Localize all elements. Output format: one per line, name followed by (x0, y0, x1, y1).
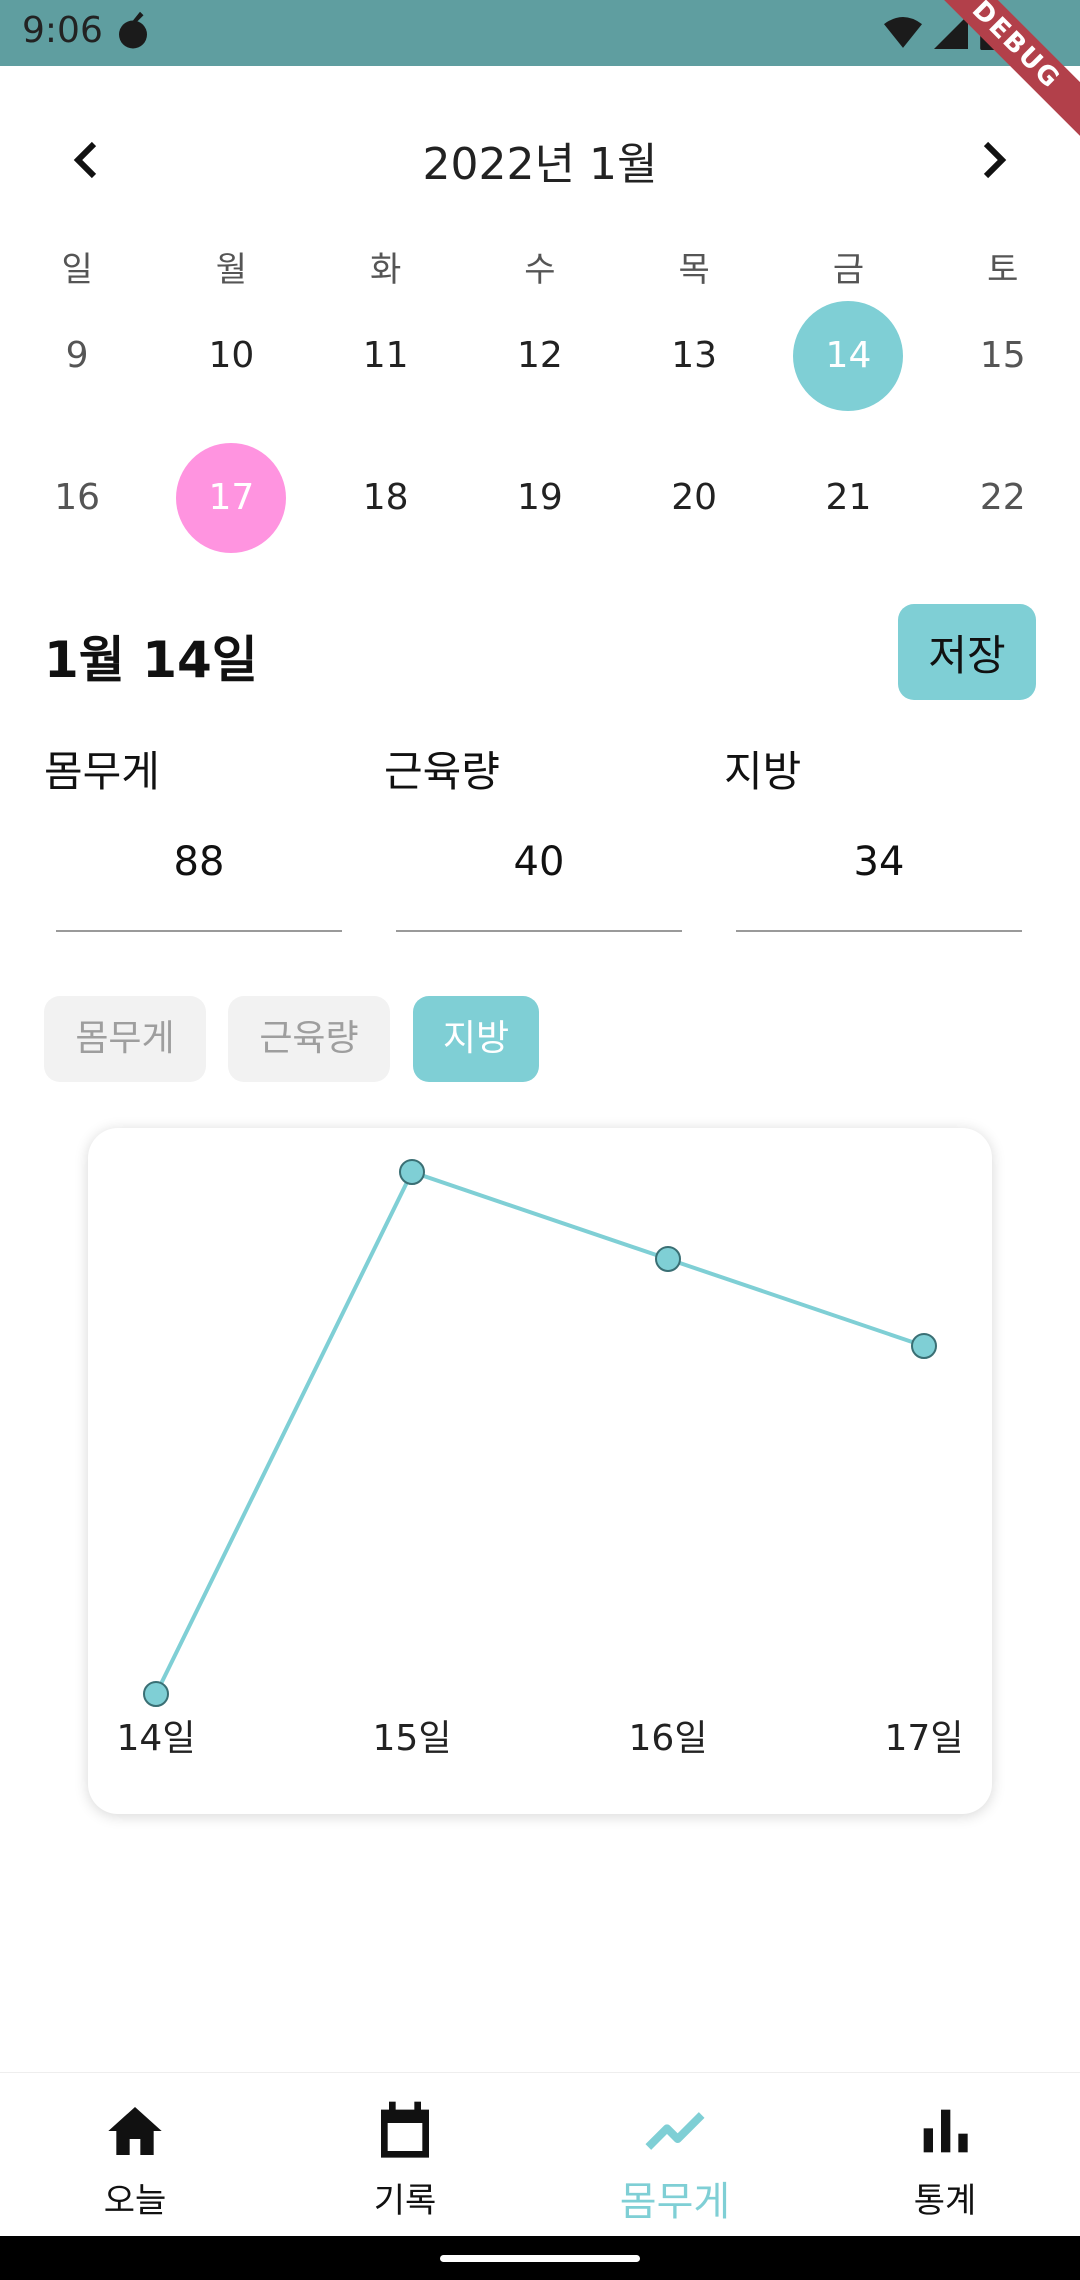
bar-chart-icon (923, 2109, 968, 2153)
weekday-header: 일 월 화 수 목 금 토 (0, 240, 1080, 300)
weekday-label: 수 (524, 250, 556, 290)
calendar-day[interactable]: 9 (0, 296, 154, 416)
calendar-day[interactable]: 19 (463, 438, 617, 558)
calendar-day[interactable]: 11 (309, 296, 463, 416)
data-point (655, 1246, 681, 1272)
fat-label: 지방 (724, 747, 802, 796)
nav-label-record: 기록 (373, 2181, 437, 2221)
trending-line-icon (645, 2112, 705, 2150)
x-tick-label: 15일 (373, 1718, 452, 1759)
x-tick-label: 17일 (885, 1718, 964, 1759)
calendar-day[interactable]: 20 (617, 438, 771, 558)
chart-card: 14일 15일 16일 17일 (88, 1128, 992, 1814)
data-point (143, 1681, 169, 1707)
status-bar: 9:06 DEBUG (0, 0, 1080, 151)
fat-field[interactable]: 34 (736, 830, 1022, 932)
chip-fat[interactable]: 지방 (413, 996, 539, 1082)
series-line (154, 1169, 925, 1695)
bottom-navigation: 오늘 기록 몸무게 통계 (0, 2072, 1080, 2237)
cellular-signal-icon (934, 15, 968, 49)
save-button[interactable]: 저장 (898, 604, 1036, 700)
home-icon (108, 2107, 162, 2155)
calendar-day-today[interactable]: 17 (154, 438, 308, 558)
system-navigation-bar (0, 2236, 1080, 2280)
nav-label-stats: 통계 (913, 2181, 977, 2221)
line-chart: 14일 15일 16일 17일 (117, 1159, 964, 1759)
chip-weight[interactable]: 몸무게 (44, 996, 206, 1082)
calendar-day[interactable]: 12 (463, 296, 617, 416)
data-point (911, 1333, 937, 1359)
muscle-label: 근육량 (384, 747, 500, 796)
calendar-week: 16 17 18 19 20 21 22 (0, 438, 1080, 558)
calendar-day[interactable]: 21 (771, 438, 925, 558)
nav-item-today[interactable]: 오늘 (0, 2073, 270, 2237)
calendar-day[interactable]: 13 (617, 296, 771, 416)
selected-date-title: 1월 14일 (44, 631, 258, 689)
x-tick-label: 14일 (117, 1718, 196, 1759)
weekday-label: 토 (987, 250, 1019, 290)
status-time: 9:06 (22, 10, 103, 51)
nav-item-weight[interactable]: 몸무게 (540, 2073, 810, 2237)
calendar-day-selected[interactable]: 14 (771, 296, 925, 416)
wifi-icon (884, 16, 922, 48)
calendar-icon (381, 2101, 429, 2158)
chevron-right-icon[interactable] (968, 136, 1016, 184)
calendar-week: 9 10 11 12 13 14 15 (0, 296, 1080, 416)
muscle-field[interactable]: 40 (396, 830, 682, 932)
notification-icon (119, 11, 147, 49)
x-tick-label: 16일 (629, 1718, 708, 1759)
calendar-day[interactable]: 16 (0, 438, 154, 558)
weekday-label: 월 (215, 250, 248, 290)
home-gesture-handle[interactable] (440, 2255, 640, 2262)
calendar-header: 2022년 1월 (0, 120, 1080, 200)
weekday-label: 화 (370, 250, 402, 290)
calendar-month-title: 2022년 1월 (422, 139, 658, 190)
nav-label-weight: 몸무게 (619, 2179, 731, 2225)
calendar-day[interactable]: 15 (926, 296, 1080, 416)
calendar-day[interactable]: 10 (154, 296, 308, 416)
weekday-label: 금 (832, 250, 865, 290)
nav-item-record[interactable]: 기록 (270, 2073, 540, 2237)
weekday-label: 일 (61, 250, 93, 290)
weight-field[interactable]: 88 (56, 830, 342, 932)
nav-item-stats[interactable]: 통계 (810, 2073, 1080, 2237)
chip-muscle[interactable]: 근육량 (228, 996, 390, 1082)
nav-label-today: 오늘 (103, 2181, 167, 2221)
calendar-day[interactable]: 18 (309, 438, 463, 558)
weight-label: 몸무게 (44, 747, 160, 796)
weekday-label: 목 (678, 250, 710, 290)
data-point (399, 1159, 425, 1185)
calendar-day[interactable]: 22 (926, 438, 1080, 558)
